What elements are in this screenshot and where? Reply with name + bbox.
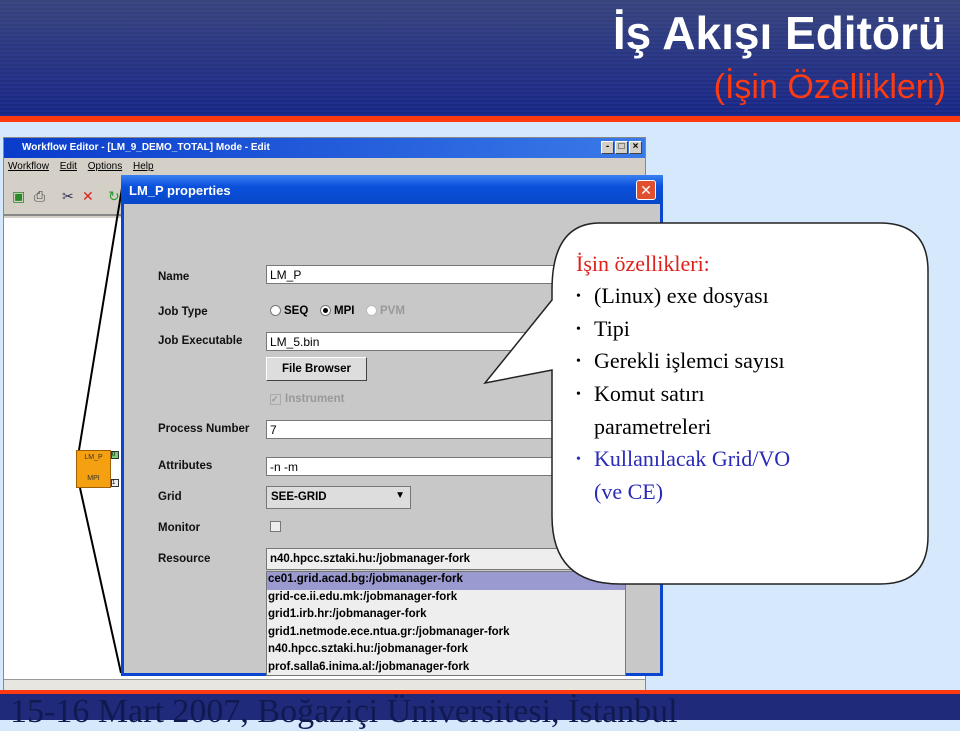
callout-item-cont: parametreleri (594, 413, 712, 439)
callout-item: • (Linux) exe dosyası (576, 282, 769, 308)
callout-item: • Komut satırı (576, 381, 705, 407)
callout-item: • Gerekli işlemci sayısı (576, 348, 785, 374)
footer-text: 15-16 Mart 2007, Boğaziçi Üniversitesi, … (10, 693, 678, 730)
callout-item-cont: (ve CE) (594, 478, 664, 504)
callout-heading: İşin özellikleri: (576, 251, 710, 276)
callout-text: İşin özellikleri: • (Linux) exe dosyası •… (576, 248, 790, 507)
callout-bubble (483, 222, 929, 585)
callout-item: • Tipi (576, 315, 630, 341)
callout-item: • Kullanılacak Grid/VO (576, 445, 791, 471)
